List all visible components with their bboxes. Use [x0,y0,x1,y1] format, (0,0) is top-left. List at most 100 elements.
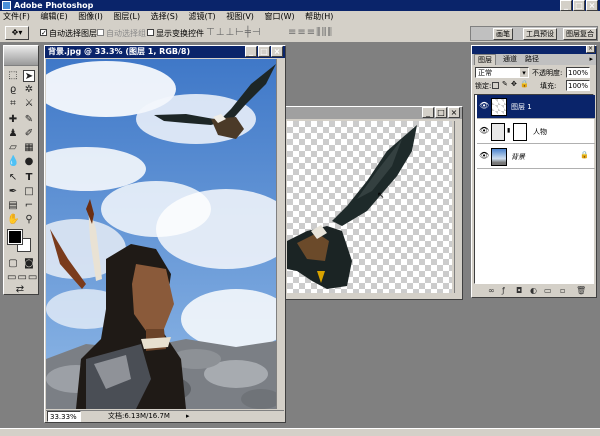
document1-title-bar[interactable]: 背景.jpg @ 33.3% (图层 1, RGB/8) _ □ × [45,46,285,58]
new-layer-icon[interactable]: ▫ [560,286,565,296]
panel-menu-arrow-icon[interactable]: ▸ [589,54,593,64]
clone-stamp-tool-icon[interactable]: ♟ [7,128,19,140]
distribute-bottom-icon[interactable]: ≡ [307,27,316,38]
adjustment-layer-icon[interactable]: ◐ [530,286,537,296]
document-window-main: 背景.jpg @ 33.3% (图层 1, RGB/8) _ □ × 33.33… [44,45,286,423]
visibility-eye-icon[interactable]: 👁 [479,101,489,110]
layer-row-person[interactable]: 👁 ▮ 人物 [477,120,595,144]
history-brush-tool-icon[interactable]: ✐ [23,128,35,140]
palette-well-tab-layer-comps[interactable]: 图层复合 [563,28,597,40]
pen-tool-icon[interactable]: ✒ [7,186,19,198]
standard-mode-icon[interactable]: ▢ [7,258,19,270]
show-transform-checkbox[interactable] [147,29,154,36]
doc1-close-button[interactable]: × [271,46,283,57]
eraser-tool-icon[interactable]: ▱ [7,142,19,154]
menu-view[interactable]: 视图(V) [226,12,254,21]
close-button[interactable]: × [586,0,598,11]
layer-row-layer1[interactable]: 👁 图层 1 [477,95,595,119]
move-tool-preset-icon[interactable]: ✥▾ [5,26,29,40]
align-top-icon[interactable]: ⊤ [206,27,216,38]
blur-tool-icon[interactable]: 💧 [7,156,19,168]
healing-brush-tool-icon[interactable]: ✚ [7,114,19,126]
distribute-middle-icon[interactable]: ≡ [297,27,306,38]
tab-channels[interactable]: 通道 [500,54,520,64]
marquee-tool-icon[interactable]: ⬚ [7,70,19,82]
menu-help[interactable]: 帮助(H) [305,12,333,21]
palette-well-tab-brushes[interactable]: 画笔 [493,28,513,40]
menu-image[interactable]: 图像(I) [78,12,103,21]
slice-tool-icon[interactable]: ⚔ [23,98,35,110]
shape-tool-icon[interactable]: □ [23,186,35,198]
align-middle-icon[interactable]: ⊥ [216,27,226,38]
opacity-field[interactable]: 100% [566,67,590,78]
lock-fill-row: 锁定: ✎ ✥ 🔒 填充: 100% [472,79,596,92]
layer-style-icon[interactable]: ƒ [502,286,505,296]
blend-mode-select[interactable]: 正常 ▾ [475,67,529,78]
visibility-eye-icon[interactable]: 👁 [479,126,489,135]
hand-tool-icon[interactable]: ✋ [7,214,19,226]
layers-panel-close-button[interactable]: × [586,45,595,53]
document2-canvas[interactable]: ↖ [287,121,452,293]
auto-select-layer-checkbox[interactable]: ✓ [40,29,47,37]
doc2-scrollbar[interactable] [454,121,462,293]
path-selection-tool-icon[interactable]: ↖ [7,172,19,184]
jump-to-imageready-icon[interactable]: ⇄ [14,284,26,296]
add-mask-icon[interactable]: ◘ [516,286,522,296]
dodge-tool-icon[interactable]: ● [23,156,35,168]
notes-tool-icon[interactable]: ▤ [7,200,19,212]
maximize-button[interactable]: □ [573,0,585,11]
doc1-minimize-button[interactable]: _ [245,46,257,57]
menu-file[interactable]: 文件(F) [3,12,30,21]
align-right-icon[interactable]: ⊣ [252,27,262,38]
status-menu-arrow-icon[interactable]: ▸ [186,411,190,422]
chain-link-icon[interactable]: ▮ [507,127,510,134]
brush-tool-icon[interactable]: ✎ [23,114,35,126]
doc2-close-button[interactable]: × [448,107,460,118]
quick-mask-icon[interactable]: ◙ [23,258,35,270]
tab-layers[interactable]: 图层 [474,54,496,65]
distribute-top-icon[interactable]: ≡ [288,27,297,38]
lock-position-icon[interactable]: ✥ [511,80,517,88]
fill-field[interactable]: 100% [566,80,590,91]
lasso-tool-icon[interactable]: ϱ [7,84,19,96]
new-group-icon[interactable]: ▭ [544,286,552,296]
eyedropper-tool-icon[interactable]: ⌐ [23,200,35,212]
lock-all-icon[interactable]: 🔒 [520,80,529,88]
gradient-tool-icon[interactable]: ▦ [23,142,35,154]
doc2-minimize-button[interactable]: _ [422,107,434,118]
document2-title-bar[interactable]: _ □ × [271,107,462,119]
type-tool-icon[interactable]: T [23,172,35,184]
zoom-tool-icon[interactable]: ⚲ [23,214,35,226]
delete-layer-icon[interactable]: 🗑 [576,286,586,296]
doc2-maximize-button[interactable]: □ [435,107,447,118]
lock-transparency-icon[interactable] [492,82,499,89]
move-tool-icon[interactable]: ➤ [23,70,35,82]
distribute-right-icon[interactable]: ⫼ [327,27,333,38]
link-layers-icon[interactable]: ∞ [488,286,495,296]
screen-mode-icons[interactable]: ▭▭▭ [7,272,37,284]
palette-well-tab-tool-presets[interactable]: 工具预设 [523,28,557,40]
crop-tool-icon[interactable]: ⌗ [7,98,19,110]
foreground-color-swatch[interactable] [7,229,23,245]
align-center-icon[interactable]: ╪ [245,27,252,38]
align-bottom-icon[interactable]: ⊥ [225,27,235,38]
menu-window[interactable]: 窗口(W) [264,12,294,21]
layer-mask-thumbnail [513,123,527,141]
tab-paths[interactable]: 路径 [522,54,542,64]
menu-edit[interactable]: 编辑(E) [40,12,67,21]
doc1-maximize-button[interactable]: □ [258,46,270,57]
align-left-icon[interactable]: ⊢ [235,27,245,38]
menu-layer[interactable]: 图层(L) [113,12,140,21]
menu-select[interactable]: 选择(S) [151,12,178,21]
auto-select-group-checkbox[interactable] [97,29,104,36]
options-bar: ✥▾ ✓ 自动选择图层 自动选择组 显示变换控件 ⊤⊥⊥⊢╪⊣ ≡≡≡⫼⫼⫼ 画… [0,23,600,43]
layer-row-background[interactable]: 👁 背景 🔒 [477,145,595,169]
menu-filter[interactable]: 滤镜(T) [189,12,216,21]
minimize-button[interactable]: _ [560,0,572,11]
zoom-level-field[interactable]: 33.33% [47,411,81,422]
document1-canvas[interactable] [46,59,276,409]
lock-pixels-icon[interactable]: ✎ [502,80,508,88]
magic-wand-tool-icon[interactable]: ✲ [23,84,35,96]
visibility-eye-icon[interactable]: 👁 [479,151,489,160]
doc1-scrollbar-vertical[interactable] [276,59,285,409]
